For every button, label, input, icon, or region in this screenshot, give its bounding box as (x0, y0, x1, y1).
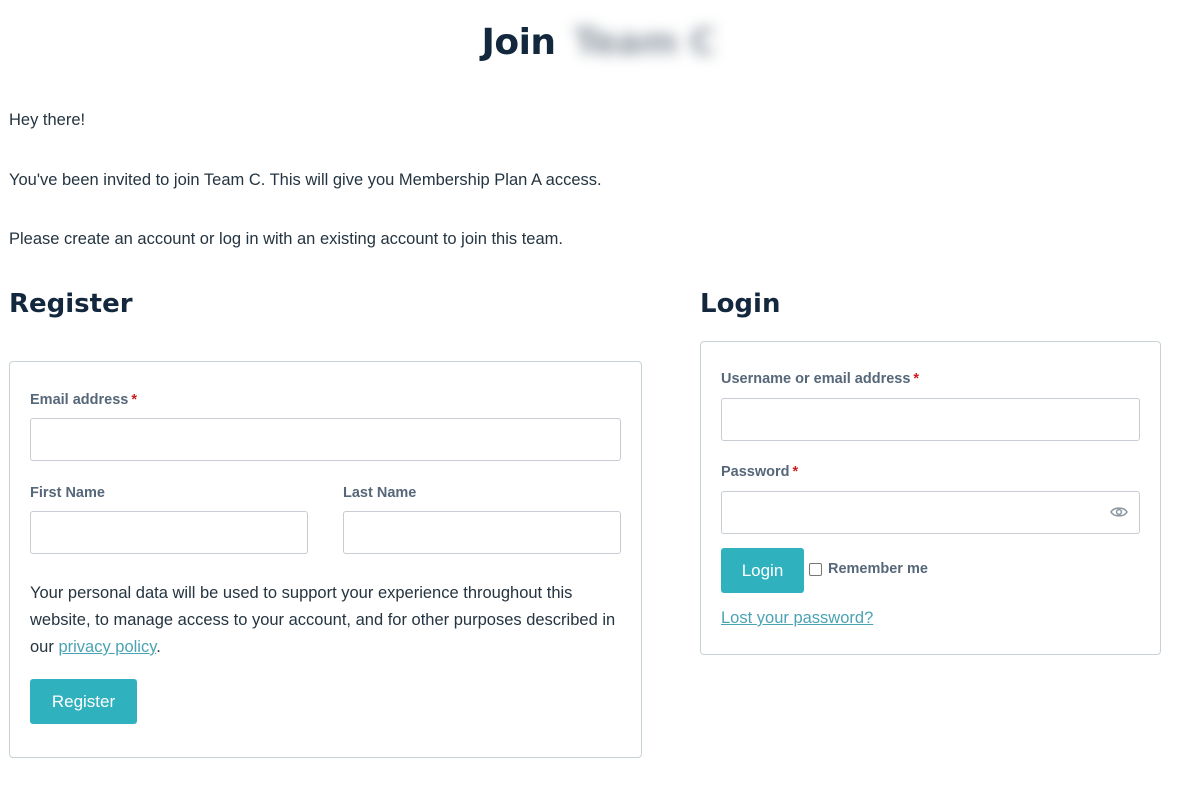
privacy-policy-link[interactable]: privacy policy (58, 638, 156, 656)
last-name-label: Last Name (343, 485, 417, 501)
page-title-prefix: Join (481, 22, 556, 63)
password-label: Password * (721, 464, 798, 480)
greeting-text: Hey there! (9, 111, 86, 129)
remember-me-label[interactable]: Remember me (828, 561, 928, 577)
last-name-field[interactable] (343, 511, 621, 554)
required-marker: * (913, 371, 920, 387)
remember-me-checkbox[interactable] (809, 562, 822, 576)
register-heading: Register (9, 289, 133, 319)
login-button[interactable]: Login (721, 548, 804, 593)
email-label: Email address * (30, 392, 137, 408)
privacy-notice: Your personal data will be used to suppo… (30, 580, 630, 661)
remember-me[interactable]: Remember me (809, 561, 928, 577)
register-form: Email address * First Name Last Name Your… (9, 361, 642, 758)
instruction-text: Please create an account or log in with … (9, 230, 563, 248)
password-label-text: Password (721, 464, 790, 480)
first-name-field[interactable] (30, 511, 308, 554)
eye-icon[interactable] (1110, 505, 1128, 519)
required-marker: * (131, 392, 137, 408)
password-field[interactable] (721, 491, 1140, 534)
email-label-text: Email address (30, 392, 129, 408)
first-name-label: First Name (30, 485, 105, 501)
login-heading: Login (700, 289, 781, 319)
lost-password-link[interactable]: Lost your password? (721, 609, 873, 628)
username-field[interactable] (721, 398, 1140, 441)
login-form: Username or email address * Password * Log… (700, 341, 1161, 655)
privacy-notice-end: . (156, 638, 161, 656)
page-title-team-name: Team C (573, 22, 716, 63)
invite-text: You've been invited to join Team C. This… (9, 171, 602, 189)
email-field[interactable] (30, 418, 621, 461)
register-button[interactable]: Register (30, 679, 137, 724)
username-label-text: Username or email address (721, 371, 911, 387)
username-label: Username or email address * (721, 371, 919, 387)
page-title: Join Team C (0, 22, 1197, 63)
required-marker: * (792, 464, 799, 480)
